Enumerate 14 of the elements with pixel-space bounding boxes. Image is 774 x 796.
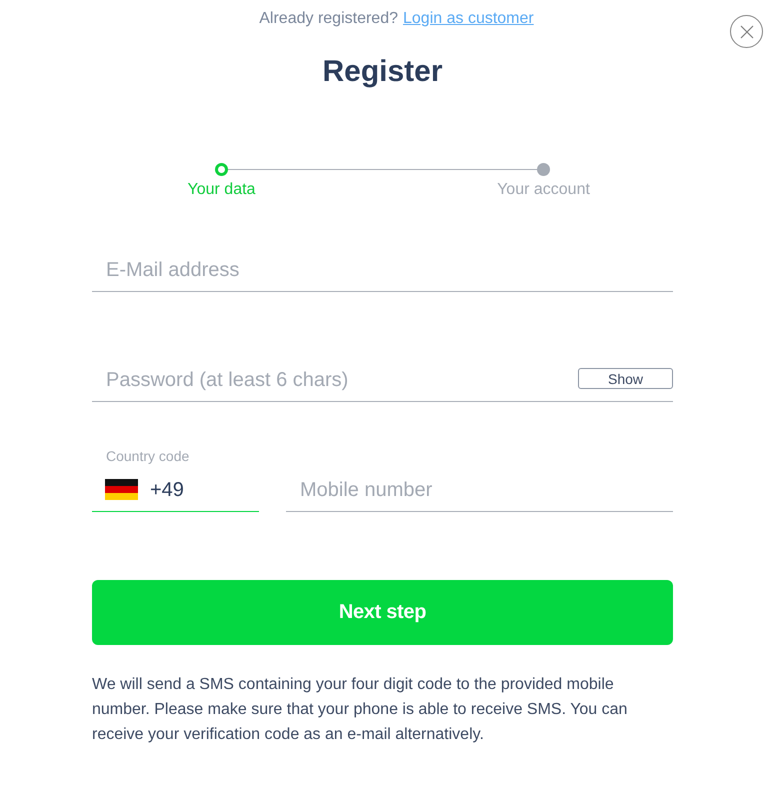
close-icon — [740, 24, 754, 38]
password-field[interactable]: Password (at least 6 chars) Show — [92, 360, 673, 402]
sms-info-text: We will send a SMS containing your four digit code to the provided mobile number. Please make sure that your phone is able to receive SMS. You can receive your verification code as an e-mail alternatively. — [92, 675, 628, 745]
step-label: Your account — [497, 180, 590, 200]
email-field[interactable]: E-Mail address — [92, 250, 673, 292]
close-button[interactable] — [730, 15, 763, 48]
country-code-field[interactable]: +49 — [92, 470, 259, 512]
mobile-number-field[interactable]: Mobile number — [286, 470, 673, 512]
already-registered-text: Already registered? — [259, 10, 398, 27]
country-code-label: Country code — [105, 447, 190, 465]
flag-icon — [105, 478, 138, 500]
show-password-button[interactable]: Show — [578, 368, 673, 389]
register-title: Register — [321, 54, 444, 90]
step-label: Your data — [188, 180, 256, 200]
